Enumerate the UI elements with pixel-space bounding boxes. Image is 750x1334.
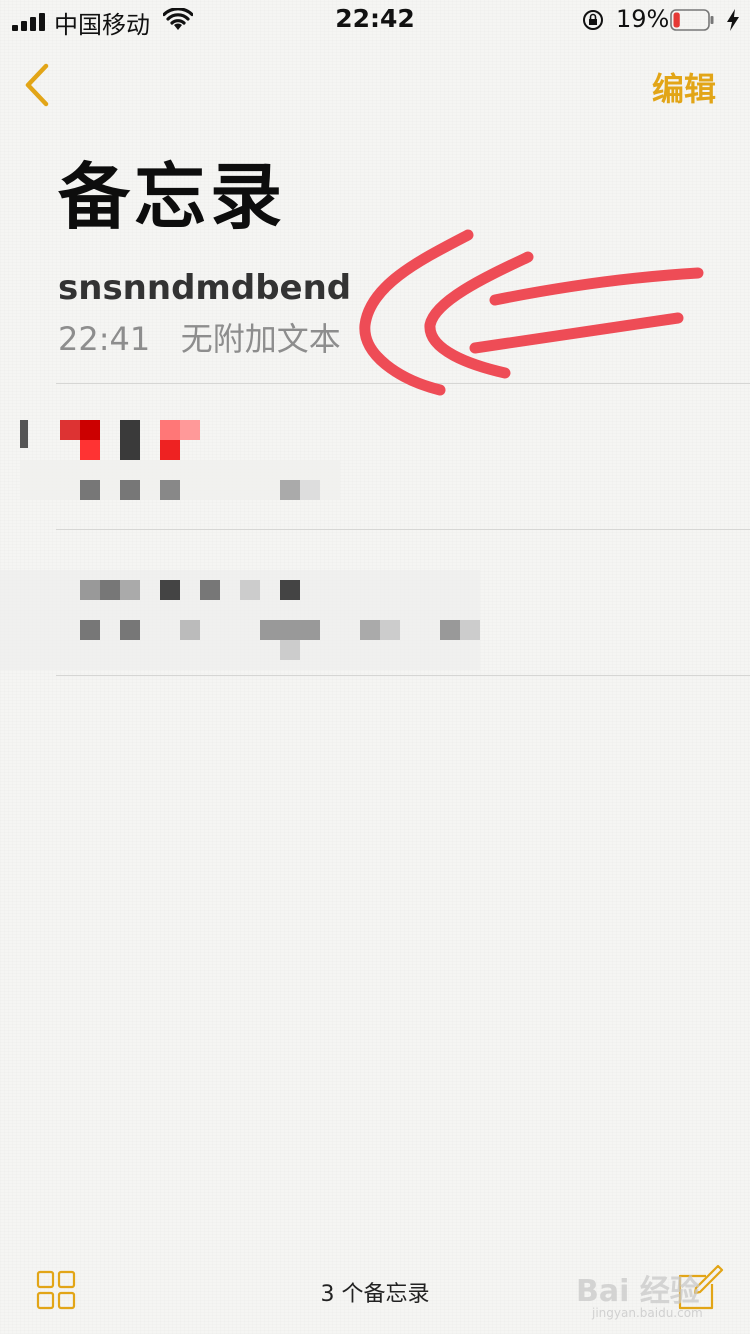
rotation-lock-icon [583, 10, 603, 30]
pixelated-block [80, 420, 100, 440]
pixelated-block [180, 420, 200, 440]
note-item-obscured[interactable] [0, 384, 750, 529]
divider [56, 675, 750, 676]
pixelated-block [360, 620, 380, 640]
pixelated-block [280, 640, 300, 660]
watermark: Bai 经验 [576, 1274, 700, 1309]
pixelated-block [280, 580, 300, 600]
note-title: snsnndmdbend [58, 268, 352, 308]
pixelated-block [440, 620, 460, 640]
pixelated-block [180, 620, 200, 640]
pixelated-block [120, 480, 140, 500]
pixelated-block [280, 480, 300, 500]
back-button[interactable] [18, 60, 58, 110]
pixelated-block [160, 580, 180, 600]
watermark-url: jingyan.baidu.com [592, 1306, 703, 1320]
status-bar: 中国移动 22:42 19% [0, 0, 750, 40]
pixelated-block [120, 420, 140, 460]
pixelated-block [240, 580, 260, 600]
pixelated-block [160, 480, 180, 500]
note-time: 22:41 [58, 320, 151, 358]
pixelated-block [160, 420, 180, 440]
page-title: 备忘录 [58, 155, 287, 239]
note-item-obscured[interactable] [0, 530, 750, 675]
pixelated-block [80, 480, 100, 500]
charging-bolt-icon [727, 9, 739, 31]
pixelated-block [120, 620, 140, 640]
pixelated-block [260, 620, 320, 640]
annotation-arrow [359, 229, 704, 396]
battery-icon [670, 9, 714, 31]
edit-button[interactable]: 编辑 [652, 64, 716, 110]
pixelated-block [300, 480, 320, 500]
pixelated-block [100, 580, 120, 600]
battery-percent: 19% [616, 5, 670, 33]
note-preview: 无附加文本 [180, 320, 341, 358]
chevron-left-icon [25, 63, 49, 107]
pixelated-block [80, 580, 100, 600]
pixelated-block [80, 620, 100, 640]
pixelated-block [460, 620, 480, 640]
pixelated-block [80, 440, 100, 460]
pixelated-block [380, 620, 400, 640]
pixelated-block [120, 580, 140, 600]
pixelated-block [60, 420, 80, 440]
pixelated-block [20, 420, 28, 448]
note-subtitle: 22:41 无附加文本 [58, 314, 341, 360]
pixelated-block [200, 580, 220, 600]
pixelated-block [160, 440, 180, 460]
